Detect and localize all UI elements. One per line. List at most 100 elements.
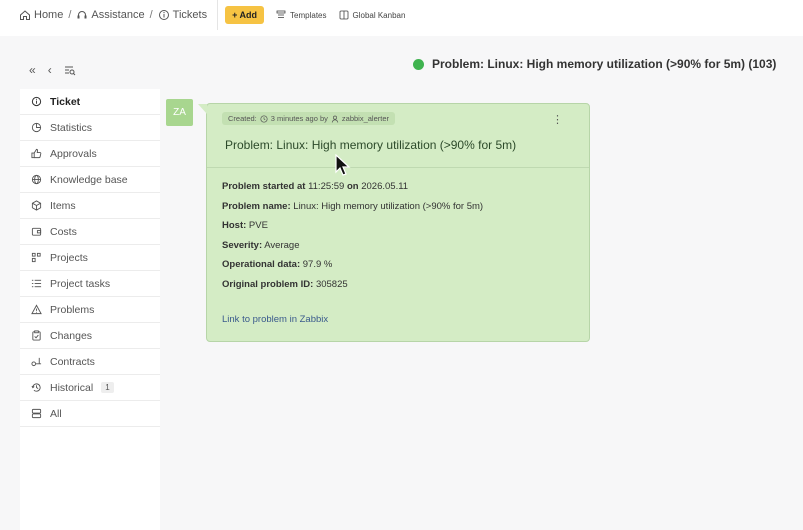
sidebar-item-problems[interactable]: Problems bbox=[20, 297, 160, 323]
breadcrumb-assistance-label: Assistance bbox=[91, 9, 145, 21]
collapse-all-icon[interactable]: « bbox=[29, 63, 36, 77]
user-icon bbox=[331, 115, 339, 123]
host-line: Host: PVE bbox=[222, 216, 483, 236]
page-title: Problem: Linux: High memory utilization … bbox=[432, 57, 777, 71]
sidebar-item-projects[interactable]: Projects bbox=[20, 245, 160, 271]
divider bbox=[207, 167, 589, 168]
clipboard-check-icon bbox=[32, 330, 41, 341]
sidebar-item-label: Knowledge base bbox=[50, 173, 128, 186]
pie-chart-icon bbox=[31, 122, 42, 133]
on-label: on bbox=[346, 181, 359, 192]
sidebar-item-historical[interactable]: Historical 1 bbox=[20, 375, 160, 401]
sidebar-item-label: Problems bbox=[50, 303, 95, 316]
sidebar-item-label: Project tasks bbox=[50, 277, 111, 290]
info-circle-icon bbox=[31, 96, 42, 107]
home-icon bbox=[20, 10, 30, 20]
mouse-cursor-icon bbox=[335, 154, 351, 176]
meta-user[interactable]: zabbix_alerter bbox=[342, 114, 389, 123]
sidebar-item-changes[interactable]: Changes bbox=[20, 323, 160, 349]
sidebar-item-label: Statistics bbox=[50, 121, 93, 134]
templates-button[interactable]: Templates bbox=[276, 10, 327, 20]
started-date: 2026.05.11 bbox=[361, 181, 409, 192]
sidebar-item-contracts[interactable]: Contracts bbox=[20, 349, 160, 375]
name-value: Linux: High memory utilization (>90% for… bbox=[293, 200, 484, 212]
status-dot bbox=[413, 58, 424, 70]
wallet-icon bbox=[31, 227, 42, 236]
avatar: ZA bbox=[166, 99, 193, 126]
severity-value: Average bbox=[264, 239, 300, 251]
clock-icon bbox=[260, 114, 268, 123]
origid-label: Original problem ID: bbox=[222, 278, 314, 290]
sidebar-item-label: Approvals bbox=[50, 147, 97, 160]
headset-icon bbox=[77, 11, 87, 19]
back-icon[interactable]: ‹ bbox=[48, 63, 52, 77]
sidebar-item-knowledge-base[interactable]: Knowledge base bbox=[20, 167, 160, 193]
contract-icon bbox=[31, 357, 42, 367]
sidebar-item-costs[interactable]: Costs bbox=[20, 219, 160, 245]
started-time: 11:25:59 bbox=[308, 181, 345, 192]
original-problem-id-line: Original problem ID: 305825 bbox=[222, 275, 483, 295]
ticket-body: Problem started at 11:25:59 on 2026.05.1… bbox=[222, 177, 483, 294]
sidebar-item-statistics[interactable]: Statistics bbox=[20, 115, 160, 141]
meta-created-label: Created: bbox=[228, 114, 257, 123]
ticket-meta: Created: 3 minutes ago by zabbix_alerter bbox=[222, 112, 396, 125]
sidebar-item-all[interactable]: All bbox=[20, 401, 160, 427]
history-icon bbox=[31, 383, 41, 392]
ticket-header: Problem: Linux: High memory utilization … bbox=[413, 57, 776, 71]
breadcrumb-tickets[interactable]: Tickets bbox=[158, 9, 207, 21]
kanban-icon bbox=[339, 10, 348, 20]
warning-triangle-icon bbox=[31, 304, 42, 315]
more-options-icon[interactable]: ⋮ bbox=[552, 113, 563, 126]
started-label: Problem started at bbox=[222, 181, 306, 192]
breadcrumb-home-label: Home bbox=[34, 9, 64, 21]
sidebar-item-label: Items bbox=[50, 199, 76, 212]
host-value: PVE bbox=[248, 220, 268, 231]
sidebar-item-label: Projects bbox=[50, 251, 88, 264]
sidebar-item-ticket[interactable]: Ticket bbox=[20, 89, 160, 115]
panel-controls: « ‹ bbox=[29, 63, 76, 77]
globe-icon bbox=[31, 174, 42, 185]
sidebar-item-items[interactable]: Items bbox=[20, 193, 160, 219]
sidebar-item-label: Historical bbox=[50, 381, 94, 394]
opdata-label: Operational data: bbox=[222, 259, 301, 270]
problem-name-line: Problem name: Linux: High memory utiliza… bbox=[222, 197, 483, 217]
origid-value: 305825 bbox=[315, 278, 348, 290]
ticket-card: Created: 3 minutes ago by zabbix_alerter… bbox=[198, 103, 590, 342]
sidebar-item-approvals[interactable]: Approvals bbox=[20, 141, 160, 167]
templates-label: Templates bbox=[290, 10, 327, 20]
global-kanban-button[interactable]: Global Kanban bbox=[339, 10, 406, 20]
sidebar-item-label: Contracts bbox=[50, 355, 95, 368]
sidebar-item-label: All bbox=[50, 407, 62, 420]
breadcrumb-home[interactable]: Home bbox=[19, 9, 63, 21]
sidebar: Ticket Statistics Approvals Knowledge ba… bbox=[20, 89, 160, 530]
add-button[interactable]: + Add bbox=[225, 6, 265, 24]
meta-time: 3 minutes ago by bbox=[270, 114, 328, 123]
thumbs-up-icon bbox=[31, 148, 42, 159]
templates-icon bbox=[276, 10, 286, 18]
zabbix-problem-link[interactable]: Link to problem in Zabbix bbox=[222, 314, 328, 325]
cube-icon bbox=[31, 200, 42, 211]
breadcrumb-assistance[interactable]: Assistance bbox=[76, 9, 145, 21]
severity-line: Severity: Average bbox=[222, 236, 483, 256]
host-label: Host: bbox=[222, 220, 247, 231]
breadcrumb: Home / Assistance / Tickets bbox=[0, 0, 219, 30]
opdata-value: 97.9 % bbox=[302, 259, 333, 270]
count-badge: 1 bbox=[101, 382, 114, 393]
name-label: Problem name: bbox=[222, 200, 291, 212]
sidebar-item-label: Changes bbox=[50, 329, 93, 342]
top-bar: Home / Assistance / Tickets + Add Templa… bbox=[0, 0, 803, 30]
task-list-icon bbox=[31, 279, 42, 288]
operational-data-line: Operational data: 97.9 % bbox=[222, 255, 483, 275]
breadcrumb-separator: / bbox=[68, 9, 72, 21]
sidebar-item-label: Costs bbox=[50, 225, 77, 238]
severity-label: Severity: bbox=[222, 239, 263, 251]
sidebar-item-project-tasks[interactable]: Project tasks bbox=[20, 271, 160, 297]
ticket-title: Problem: Linux: High memory utilization … bbox=[225, 138, 517, 152]
sidebar-item-label: Ticket bbox=[50, 95, 81, 108]
problem-started-line: Problem started at 11:25:59 on 2026.05.1… bbox=[222, 177, 483, 197]
breadcrumb-separator: / bbox=[149, 9, 153, 21]
info-circle-icon bbox=[158, 10, 169, 20]
stack-icon bbox=[31, 408, 42, 419]
global-kanban-label: Global Kanban bbox=[352, 10, 406, 20]
search-list-icon[interactable] bbox=[64, 64, 76, 76]
